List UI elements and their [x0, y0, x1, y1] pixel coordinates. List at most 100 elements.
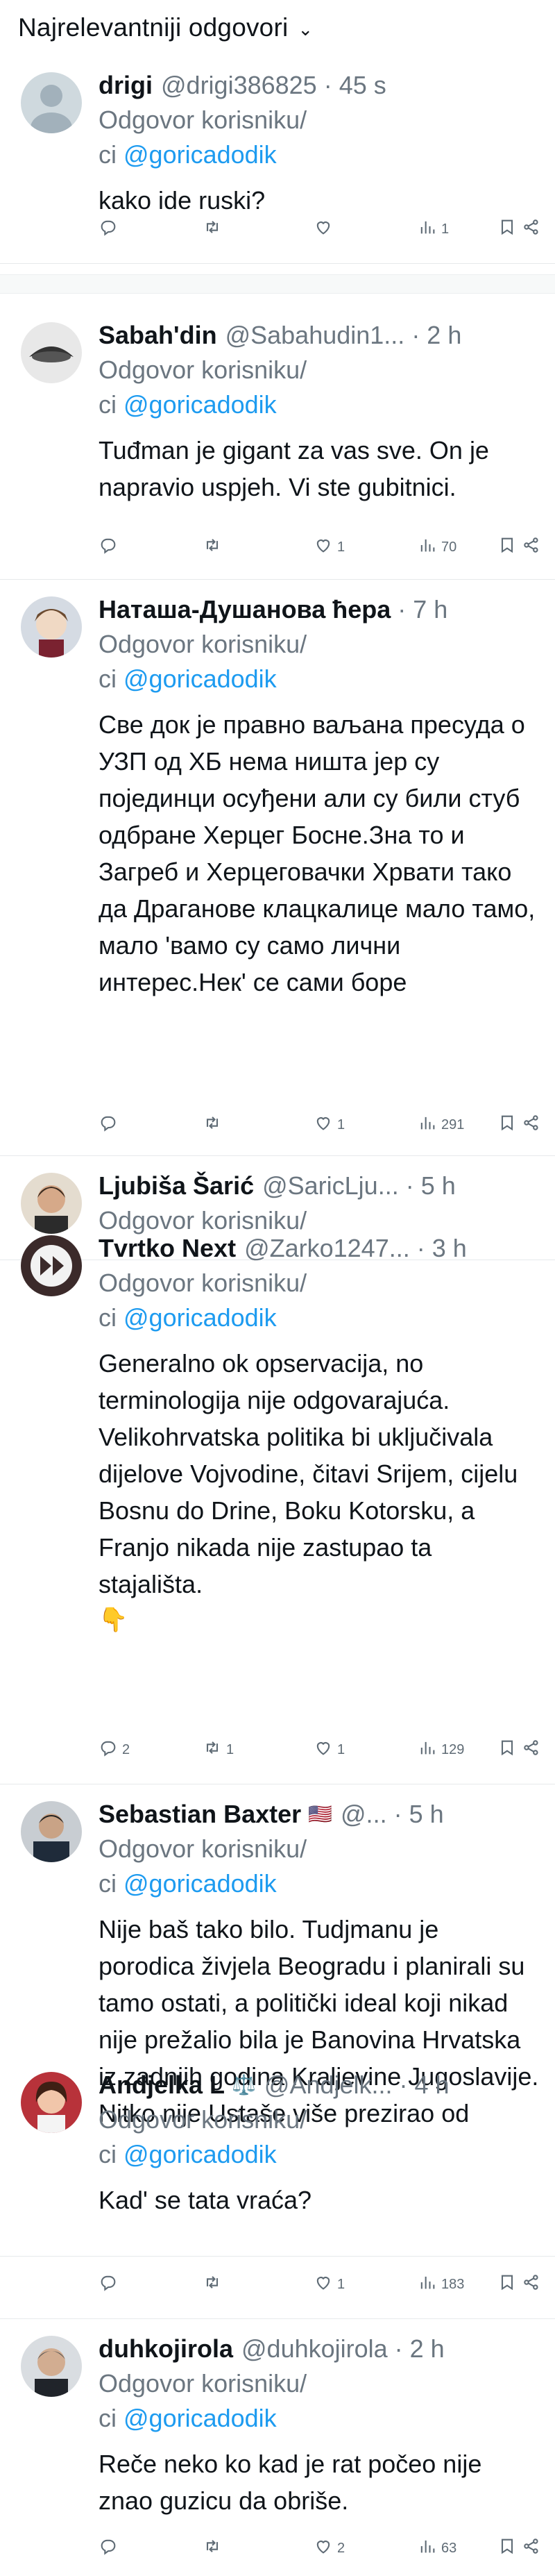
- timestamp[interactable]: · 5 h: [406, 1169, 456, 1203]
- avatar[interactable]: [21, 2336, 82, 2397]
- mention-link[interactable]: @goricadodik: [123, 2404, 277, 2432]
- reply-icon: [99, 535, 118, 559]
- retweet-button[interactable]: [203, 217, 226, 241]
- share-button[interactable]: [522, 2536, 541, 2560]
- reply-button[interactable]: [99, 2536, 122, 2560]
- display-name[interactable]: Sebastian Baxter: [99, 1797, 301, 1832]
- like-button[interactable]: 1: [314, 2273, 345, 2296]
- display-name[interactable]: duhkojirola: [99, 2332, 233, 2366]
- display-name[interactable]: Tvrtko Next: [99, 1231, 236, 1266]
- display-name[interactable]: Sabah'din: [99, 318, 217, 353]
- user-handle[interactable]: @...: [341, 1797, 387, 1832]
- user-handle[interactable]: @Sabahudin1...: [225, 318, 405, 353]
- timestamp[interactable]: · 3 h: [417, 1231, 467, 1266]
- profile-badge: 🇺🇸: [308, 1803, 333, 1825]
- like-icon: [314, 2273, 333, 2296]
- reply-button[interactable]: [99, 1113, 122, 1137]
- avatar[interactable]: [21, 1801, 82, 1862]
- avatar[interactable]: [21, 322, 82, 383]
- reply-to-line: Odgovor korisniku/ci @goricadodik: [99, 2366, 540, 2436]
- tweet-text: Reče neko ko kad je rat počeo nije znao …: [99, 2450, 482, 2515]
- reply-button[interactable]: [99, 217, 122, 241]
- bookmark-button[interactable]: [497, 2536, 517, 2560]
- user-handle[interactable]: @SaricLju...: [262, 1169, 399, 1203]
- retweet-icon: [203, 217, 222, 241]
- retweet-button[interactable]: [203, 535, 226, 559]
- views-button[interactable]: 291: [418, 1113, 464, 1137]
- mention-link[interactable]: @goricadodik: [123, 1303, 277, 1332]
- share-button[interactable]: [522, 1113, 541, 1137]
- like-button[interactable]: 1: [314, 535, 345, 559]
- reply-button[interactable]: 2: [99, 1738, 130, 1762]
- bookmark-button[interactable]: [497, 1738, 517, 1762]
- like-button[interactable]: 2: [314, 2536, 345, 2560]
- timestamp[interactable]: · 7 h: [398, 592, 447, 627]
- timestamp[interactable]: · 2 h: [411, 318, 461, 353]
- retweet-count: 1: [226, 1741, 234, 1757]
- mention-link[interactable]: @goricadodik: [123, 664, 277, 693]
- retweet-button[interactable]: [203, 2273, 226, 2296]
- retweet-icon: [203, 2536, 222, 2560]
- reply-button[interactable]: [99, 2273, 122, 2296]
- views-button[interactable]: 1: [418, 217, 449, 241]
- reply-tweet[interactable]: Sabah'din @Sabahudin1... · 2 h Odgovor kori…: [0, 306, 555, 580]
- views-button[interactable]: 183: [418, 2273, 464, 2296]
- views-button[interactable]: 70: [418, 535, 456, 559]
- tweet-content: Tvrtko Next @Zarko1247... · 3 h Odgovor kor…: [99, 1231, 540, 1637]
- reply-tweet[interactable]: drigi @drigi386825 · 45 s Odgovor korisniku…: [0, 56, 555, 264]
- user-handle[interactable]: @drigi386825: [161, 68, 317, 103]
- tweet-text: kako ide ruski?: [99, 186, 266, 215]
- like-button[interactable]: 1: [314, 1738, 345, 1762]
- reply-tweet[interactable]: Andjelka L ⚖️ @Andjelk... · 4 h Odgovor kori…: [0, 2055, 555, 2319]
- reply-icon: [99, 1113, 118, 1137]
- sort-title[interactable]: Najrelevantniji odgovori: [18, 13, 288, 42]
- display-name[interactable]: Andjelka L: [99, 2068, 225, 2102]
- user-handle[interactable]: @Zarko1247...: [244, 1231, 410, 1266]
- replies-header[interactable]: Najrelevantniji odgovori ⌄: [0, 0, 555, 56]
- reply-tweet[interactable]: duhkojirola @duhkojirola · 2 h Odgovor kori…: [0, 2319, 555, 2576]
- user-handle[interactable]: @duhkojirola: [241, 2332, 388, 2366]
- timestamp[interactable]: · 2 h: [395, 2332, 445, 2366]
- timestamp[interactable]: · 4 h: [400, 2068, 450, 2102]
- views-button[interactable]: 63: [418, 2536, 456, 2560]
- share-button[interactable]: [522, 217, 541, 241]
- timestamp[interactable]: · 45 s: [324, 68, 386, 103]
- share-button[interactable]: [522, 1738, 541, 1762]
- mention-link[interactable]: @goricadodik: [123, 390, 277, 419]
- reply-to-label: Odgovor korisniku/: [99, 1834, 307, 1863]
- reply-tweet[interactable]: Tvrtko Next @Zarko1247... · 3 h Odgovor kor…: [0, 1219, 555, 1784]
- avatar[interactable]: [21, 72, 82, 133]
- retweet-button[interactable]: [203, 1113, 226, 1137]
- retweet-button[interactable]: 1: [203, 1738, 234, 1762]
- bookmark-button[interactable]: [497, 535, 517, 559]
- avatar[interactable]: [21, 596, 82, 658]
- timestamp[interactable]: · 5 h: [394, 1797, 444, 1832]
- avatar[interactable]: [21, 1235, 82, 1296]
- retweet-button[interactable]: [203, 2536, 226, 2560]
- display-name[interactable]: Наташа-Душанова ћера: [99, 592, 391, 627]
- like-button[interactable]: [314, 217, 337, 241]
- views-button[interactable]: 129: [418, 1738, 464, 1762]
- reply-button[interactable]: [99, 535, 122, 559]
- bookmark-button[interactable]: [497, 1113, 517, 1137]
- avatar[interactable]: [21, 2072, 82, 2133]
- mention-link[interactable]: @goricadodik: [123, 2140, 277, 2168]
- bookmark-icon: [497, 2273, 517, 2296]
- reply-to-line: Odgovor korisniku/ci @goricadodik: [99, 627, 540, 696]
- display-name[interactable]: drigi: [99, 68, 153, 103]
- display-name[interactable]: Ljubiša Šarić: [99, 1169, 254, 1203]
- views-icon: [418, 535, 437, 559]
- bookmark-button[interactable]: [497, 2273, 517, 2296]
- mention-link[interactable]: @goricadodik: [123, 140, 277, 169]
- mention-link[interactable]: @goricadodik: [123, 1869, 277, 1898]
- reply-to-line: Odgovor korisniku/ci @goricadodik: [99, 2102, 540, 2172]
- bookmark-button[interactable]: [497, 217, 517, 241]
- share-button[interactable]: [522, 2273, 541, 2296]
- share-button[interactable]: [522, 535, 541, 559]
- reply-tweet[interactable]: Наташа-Душанова ћера · 7 h Odgovor korisni…: [0, 580, 555, 1156]
- chevron-down-icon[interactable]: ⌄: [298, 19, 313, 40]
- tweet-meta: Sebastian Baxter 🇺🇸 @... · 5 h: [99, 1797, 540, 1832]
- reply-to-line: Odgovor korisniku/ci @goricadodik: [99, 103, 540, 172]
- user-handle[interactable]: @Andjelk...: [264, 2068, 393, 2102]
- like-button[interactable]: 1: [314, 1113, 345, 1137]
